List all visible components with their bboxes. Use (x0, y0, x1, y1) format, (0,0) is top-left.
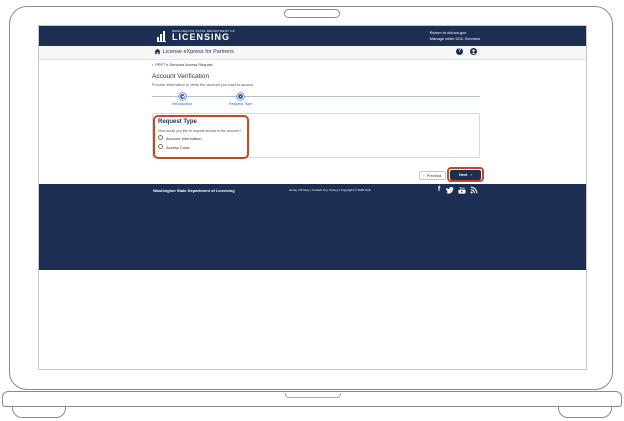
user-icon[interactable] (470, 48, 477, 55)
question-circle-icon[interactable]: ? (456, 48, 463, 55)
manage-services-link[interactable]: Manage other DOL Services (430, 36, 480, 42)
stepper-track (152, 96, 480, 97)
previous-button[interactable]: ‹ Previous (419, 171, 446, 180)
footer-links[interactable]: Home | Privacy | Contact Us | Survey | C… (289, 188, 371, 192)
step-current-icon (237, 93, 244, 100)
laptop-hinge-cutout (285, 393, 341, 398)
home-icon[interactable] (154, 48, 161, 55)
app-bar: License eXpress for Partners ? (39, 46, 586, 60)
site-header: WASHINGTON STATE DEPARTMENT OF LICENSING… (39, 26, 586, 46)
header-links: Return to dol.wa.gov Manage other DOL Se… (430, 30, 480, 42)
chevron-left-icon: ‹ (152, 63, 154, 67)
app-title[interactable]: License eXpress for Partners (163, 49, 234, 55)
logo-big-text: LICENSING (172, 32, 231, 42)
breadcrumb[interactable]: ‹ PRFT e-Services Access Request (152, 63, 213, 67)
laptop-camera-notch (284, 9, 340, 18)
next-label: Next (459, 173, 468, 177)
rss-icon[interactable] (470, 186, 478, 194)
next-button[interactable]: Next › (450, 170, 481, 180)
chevron-right-icon: › (467, 173, 472, 177)
highlight-request-type (153, 115, 249, 159)
dol-logo[interactable]: WASHINGTON STATE DEPARTMENT OF LICENSING (157, 29, 235, 43)
footer-agency-name: Washington State Department of Licensing (153, 188, 235, 193)
step-label-request-type: Request Type (229, 102, 253, 106)
svg-text:You: You (459, 186, 464, 190)
page-description: Provide information to verify the accoun… (152, 83, 255, 87)
laptop-foot-right (558, 407, 612, 418)
dol-logo-icon (157, 30, 169, 42)
laptop-foot-left (12, 407, 66, 418)
youtube-icon[interactable]: You (458, 186, 466, 194)
previous-label: Previous (426, 173, 442, 178)
page-title: Account Verification (152, 73, 210, 80)
step-complete-icon (179, 93, 186, 100)
site-footer (39, 184, 586, 270)
breadcrumb-label: PRFT e-Services Access Request (155, 63, 213, 67)
facebook-icon[interactable]: f (435, 186, 443, 194)
step-label-introduction: Introduction (172, 102, 192, 106)
twitter-icon[interactable] (446, 186, 454, 194)
laptop-screen: WASHINGTON STATE DEPARTMENT OF LICENSING… (38, 25, 587, 370)
